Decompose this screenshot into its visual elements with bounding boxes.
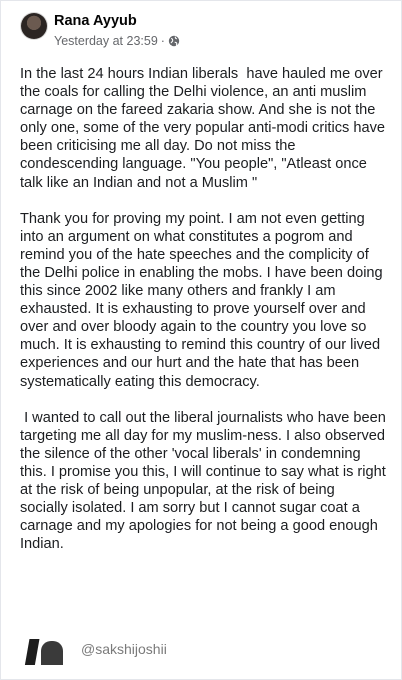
post-paragraph-2: Thank you for proving my point. I am not… xyxy=(20,210,387,390)
watermark-handle: @sakshijoshii xyxy=(81,641,167,657)
facebook-post: Rana Ayyub Yesterday at 23:59 · In the l… xyxy=(0,0,402,680)
post-body: In the last 24 hours Indian liberals hav… xyxy=(20,65,386,571)
watermark-avatar xyxy=(21,639,67,665)
watermark-bar: @sakshijoshii xyxy=(1,635,402,680)
post-meta: Yesterday at 23:59 · xyxy=(54,34,180,48)
author-name[interactable]: Rana Ayyub xyxy=(54,13,137,29)
globe-icon[interactable] xyxy=(168,35,180,47)
post-timestamp[interactable]: Yesterday at 23:59 xyxy=(54,34,158,48)
post-paragraph-1: In the last 24 hours Indian liberals hav… xyxy=(20,66,390,191)
post-paragraph-3: I wanted to call out the liberal journal… xyxy=(20,409,390,553)
author-avatar[interactable] xyxy=(21,13,47,39)
post-header: Rana Ayyub Yesterday at 23:59 · xyxy=(21,11,381,57)
meta-separator: · xyxy=(160,34,165,48)
